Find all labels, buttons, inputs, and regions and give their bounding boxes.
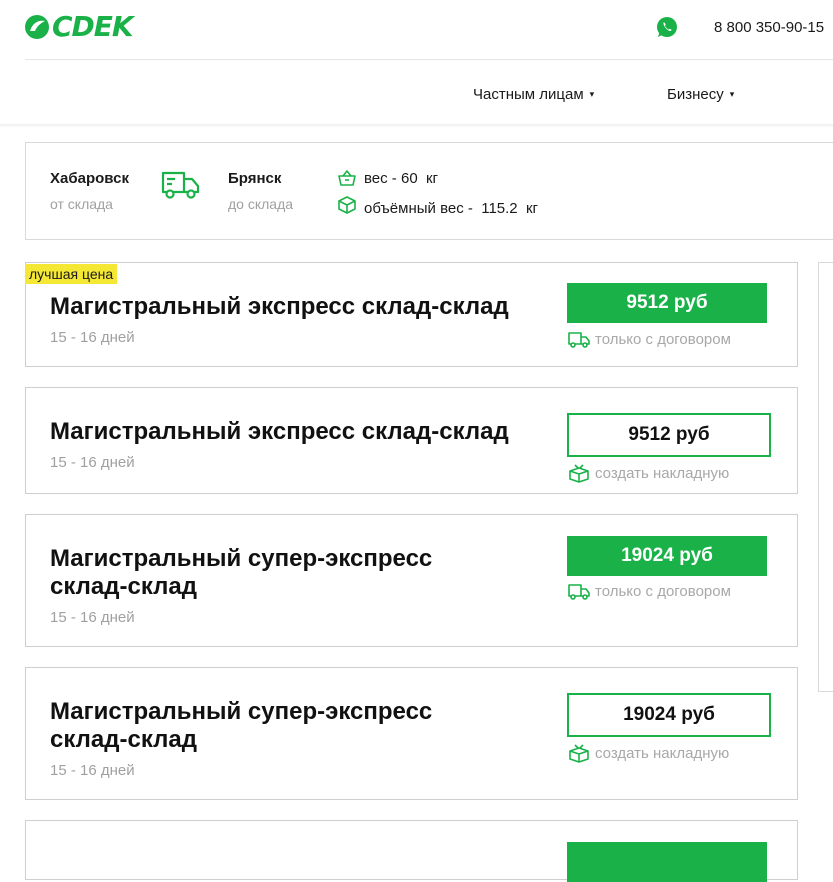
basket-icon — [338, 170, 356, 186]
volume-weight-value: объёмный вес - 115.2 кг — [364, 200, 539, 217]
to-type: до склада — [228, 196, 294, 212]
box-icon — [569, 464, 589, 483]
tariff-title-line2: склад-склад — [50, 726, 197, 753]
note-text: только с договором — [595, 330, 731, 348]
tariff-card[interactable]: Магистральный супер-экспресс склад-склад… — [25, 514, 798, 647]
price-button[interactable]: 9512 руб — [567, 413, 771, 457]
tariff-card[interactable]: Магистральный экспресс склад-склад 15 - … — [25, 387, 798, 494]
phone-number[interactable]: 8 800 350-90-15 — [714, 19, 824, 36]
create-waybill-link[interactable]: создать накладную — [567, 743, 729, 763]
truck-icon — [568, 584, 590, 600]
chevron-down-icon: ▾ — [729, 89, 735, 99]
from-type: от склада — [50, 196, 113, 212]
price-button[interactable]: 9512 руб — [567, 283, 767, 323]
side-panel — [818, 262, 833, 692]
tariff-days: 15 - 16 дней — [50, 609, 135, 626]
tariff-card[interactable] — [25, 820, 798, 882]
price-button[interactable] — [567, 842, 767, 882]
header-shadow — [0, 124, 833, 128]
price-button[interactable]: 19024 руб — [567, 693, 771, 737]
tariff-card[interactable]: Магистральный экспресс склад-склад 15 - … — [25, 262, 798, 367]
from-city: Хабаровск — [50, 170, 129, 187]
whatsapp-icon[interactable] — [656, 16, 678, 38]
tariff-title: Магистральный супер-экспресс склад-склад — [50, 698, 432, 754]
tariff-days: 15 - 16 дней — [50, 329, 135, 346]
header-divider — [25, 59, 833, 60]
box-icon — [569, 744, 589, 763]
tariff-title: Магистральный экспресс склад-склад — [50, 418, 509, 445]
contract-only-note: только с договором — [567, 329, 731, 349]
tariff-title: Магистральный супер-экспресс склад-склад — [50, 545, 432, 601]
nav-business-label: Бизнесу — [667, 86, 724, 103]
logo-text[interactable]: CDEK — [52, 10, 134, 43]
note-text: только с договором — [595, 582, 731, 600]
note-text: создать накладную — [595, 744, 730, 762]
best-price-badge: лучшая цена — [25, 264, 118, 284]
to-city: Брянск — [228, 170, 282, 187]
tariff-title-line2: склад-склад — [50, 573, 197, 600]
weight-value: вес - 60 кг — [364, 170, 439, 187]
tariff-days: 15 - 16 дней — [50, 762, 135, 779]
tariff-days: 15 - 16 дней — [50, 454, 135, 471]
tariff-title-line1: Магистральный супер-экспресс — [50, 698, 433, 725]
chevron-down-icon: ▾ — [589, 89, 595, 99]
package-icon — [338, 196, 356, 214]
tariff-card[interactable]: Магистральный супер-экспресс склад-склад… — [25, 667, 798, 800]
tariff-title-line1: Магистральный супер-экспресс — [50, 545, 433, 572]
nav-business[interactable]: Бизнесу ▾ — [667, 86, 734, 103]
contract-only-note: только с договором — [567, 581, 731, 601]
note-text: создать накладную — [595, 464, 730, 482]
tariff-title: Магистральный экспресс склад-склад — [50, 293, 509, 320]
price-button[interactable]: 19024 руб — [567, 536, 767, 576]
route-summary — [25, 142, 833, 240]
nav-private-label: Частным лицам — [473, 86, 584, 103]
nav-private-persons[interactable]: Частным лицам ▾ — [473, 86, 594, 103]
create-waybill-link[interactable]: создать накладную — [567, 463, 729, 483]
truck-icon — [161, 171, 200, 199]
truck-icon — [568, 332, 590, 348]
